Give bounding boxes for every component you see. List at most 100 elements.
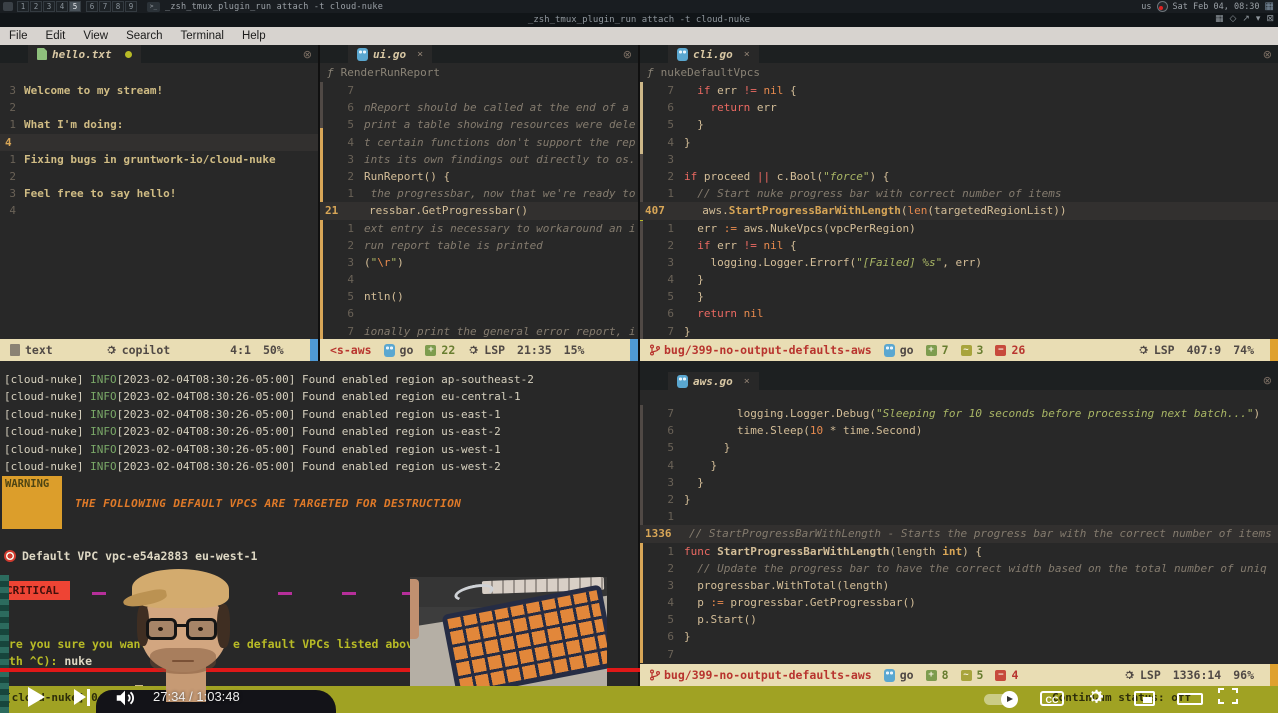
breadcrumb: ƒRenderRunReport bbox=[320, 64, 440, 81]
menu-item-terminal[interactable]: Terminal bbox=[172, 29, 233, 43]
clock[interactable]: Sat Feb 04, 08:30 bbox=[1173, 2, 1260, 12]
code-line: 2RunReport() { bbox=[320, 168, 638, 185]
code-line: 7 bbox=[320, 82, 638, 99]
tmux-plugin-icon: >_ bbox=[147, 2, 160, 12]
theater-mode-button[interactable] bbox=[1177, 693, 1203, 705]
workspace-button-8[interactable]: 8 bbox=[112, 1, 124, 12]
lsp-gear-icon bbox=[1137, 344, 1149, 356]
code-line: 7ionally print the general error report,… bbox=[320, 323, 638, 340]
menu-item-file[interactable]: File bbox=[0, 29, 37, 43]
code-line: 3Feel free to say hello! bbox=[0, 185, 318, 202]
play-button[interactable] bbox=[28, 687, 45, 707]
minimize-icon[interactable]: ▾ bbox=[1256, 14, 1261, 24]
scrollbar-chunk[interactable] bbox=[1270, 664, 1278, 686]
code-line: 4 bbox=[0, 134, 318, 151]
log-line: [cloud-nuke] INFO[2023-02-04T08:30:26-05… bbox=[4, 373, 534, 386]
fullscreen-button[interactable] bbox=[1218, 688, 1238, 704]
code-line: 4} bbox=[640, 134, 1278, 151]
tile-icon[interactable]: ▦ bbox=[1215, 14, 1224, 24]
line-number: 7 bbox=[320, 82, 364, 99]
window-icon bbox=[3, 2, 13, 11]
code-line: 6} bbox=[640, 628, 1278, 645]
buffer-aws-go[interactable]: 7logging.Logger.Debug("Sleeping for 10 s… bbox=[640, 405, 1278, 663]
code-line: 2if err != nil { bbox=[640, 237, 1278, 254]
detach-icon[interactable]: ↗ bbox=[1242, 14, 1250, 24]
tabline-hello: hello.txt ⊗ bbox=[0, 45, 318, 63]
workspace-button-6[interactable]: 6 bbox=[86, 1, 98, 12]
menu-item-edit[interactable]: Edit bbox=[37, 29, 75, 43]
workspace-button-1[interactable]: 1 bbox=[17, 1, 29, 12]
workspace-button-7[interactable]: 7 bbox=[99, 1, 111, 12]
confirm-prompt-line2[interactable]: ith ^C): nuke bbox=[2, 654, 92, 668]
tab-aws-go[interactable]: aws.go × bbox=[668, 372, 759, 390]
line-number: 1 bbox=[320, 185, 364, 202]
layout-icon[interactable]: ◇ bbox=[1229, 14, 1236, 24]
workspace-button-4[interactable]: 4 bbox=[56, 1, 68, 12]
code-line: 5print a table showing resources were de… bbox=[320, 116, 638, 133]
pane-close-icon[interactable]: ⊗ bbox=[303, 48, 312, 61]
code-line: 2// Update the progress bar to have the … bbox=[640, 560, 1278, 577]
volume-icon[interactable] bbox=[114, 687, 136, 709]
code-line: 5ntln() bbox=[320, 288, 638, 305]
tab-hello-txt[interactable]: hello.txt bbox=[28, 45, 141, 63]
captions-button[interactable]: CC bbox=[1040, 691, 1064, 706]
screen-record-icon[interactable] bbox=[1157, 1, 1168, 12]
pane-close-icon[interactable]: ⊗ bbox=[1263, 374, 1272, 387]
text-file-icon bbox=[37, 48, 47, 60]
lsp-label: LSP bbox=[1154, 343, 1175, 357]
scrollbar-chunk[interactable] bbox=[630, 339, 638, 361]
menu-item-search[interactable]: Search bbox=[117, 29, 171, 43]
titlebar-buttons: ▦ ◇ ↗ ▾ ⊠ bbox=[1215, 14, 1274, 24]
settings-gear-icon[interactable] bbox=[1086, 687, 1105, 706]
code-line: 7 bbox=[640, 646, 1278, 663]
line-number: 7 bbox=[640, 405, 684, 422]
workspace-button-2[interactable]: 2 bbox=[30, 1, 42, 12]
warning-message: THE FOLLOWING DEFAULT VPCS ARE TARGETED … bbox=[75, 497, 461, 510]
vpc-target-line: Default VPC vpc-e54a2883 eu-west-1 bbox=[22, 549, 257, 563]
git-added-count: 22 bbox=[441, 343, 455, 357]
tab-label: aws.go bbox=[693, 375, 733, 388]
line-number: 7 bbox=[640, 323, 684, 340]
code-line: 2if proceed || c.Bool("force") { bbox=[640, 168, 1278, 185]
tab-close-icon[interactable]: × bbox=[744, 49, 750, 60]
git-added-count: 7 bbox=[942, 343, 949, 357]
workspace-button-5[interactable]: 5 bbox=[69, 1, 81, 12]
autoplay-toggle[interactable] bbox=[984, 694, 1016, 705]
tab-close-icon[interactable]: × bbox=[744, 376, 750, 387]
tab-label: cli.go bbox=[693, 48, 733, 61]
pane-close-icon[interactable]: ⊗ bbox=[1263, 48, 1272, 61]
menu-item-view[interactable]: View bbox=[74, 29, 117, 43]
line-number: 1336 bbox=[640, 525, 689, 542]
filetype-label: go bbox=[900, 668, 914, 682]
keyboard-layout-indicator[interactable]: us bbox=[1141, 2, 1151, 12]
miniplayer-button[interactable] bbox=[1134, 691, 1155, 706]
tab-close-icon[interactable]: × bbox=[417, 49, 423, 60]
git-changed-count: 3 bbox=[977, 343, 984, 357]
tab-cli-go[interactable]: cli.go × bbox=[668, 45, 759, 63]
code-line: 4p := progressbar.GetProgressbar() bbox=[640, 594, 1278, 611]
code-line: 1 the progressbar, now that we're ready … bbox=[320, 185, 638, 202]
scrollbar-chunk[interactable] bbox=[310, 339, 318, 361]
next-button[interactable] bbox=[74, 689, 94, 706]
line-number: 6 bbox=[320, 305, 364, 322]
git-changed-icon: ~ bbox=[961, 670, 972, 681]
workspace-button-3[interactable]: 3 bbox=[43, 1, 55, 12]
close-window-icon[interactable]: ⊠ bbox=[1266, 14, 1274, 24]
buffer-hello-txt[interactable]: 3Welcome to my stream!21What I'm doing:4… bbox=[0, 82, 318, 220]
menu-item-help[interactable]: Help bbox=[233, 29, 275, 43]
workspace-button-9[interactable]: 9 bbox=[125, 1, 137, 12]
tray-grid-icon[interactable]: ▦ bbox=[1265, 1, 1274, 12]
statusline-aws: bug/399-no-output-defaults-aws go +8 ~5 … bbox=[640, 664, 1278, 686]
tab-ui-go[interactable]: ui.go × bbox=[348, 45, 432, 63]
git-added-count: 8 bbox=[942, 668, 949, 682]
line-number: 5 bbox=[640, 439, 684, 456]
line-number: 3 bbox=[640, 474, 684, 491]
code-line: 1 bbox=[640, 508, 1278, 525]
code-line: 5} bbox=[640, 116, 1278, 133]
scrollbar-chunk[interactable] bbox=[1270, 339, 1278, 361]
tab-label: ui.go bbox=[373, 48, 406, 61]
critical-badge: CRITICAL bbox=[2, 581, 70, 600]
buffer-ui-go[interactable]: 76nReport should be called at the end of… bbox=[320, 82, 638, 340]
pane-close-icon[interactable]: ⊗ bbox=[623, 48, 632, 61]
buffer-cli-go[interactable]: 7if err != nil {6return err5}4}32if proc… bbox=[640, 82, 1278, 340]
